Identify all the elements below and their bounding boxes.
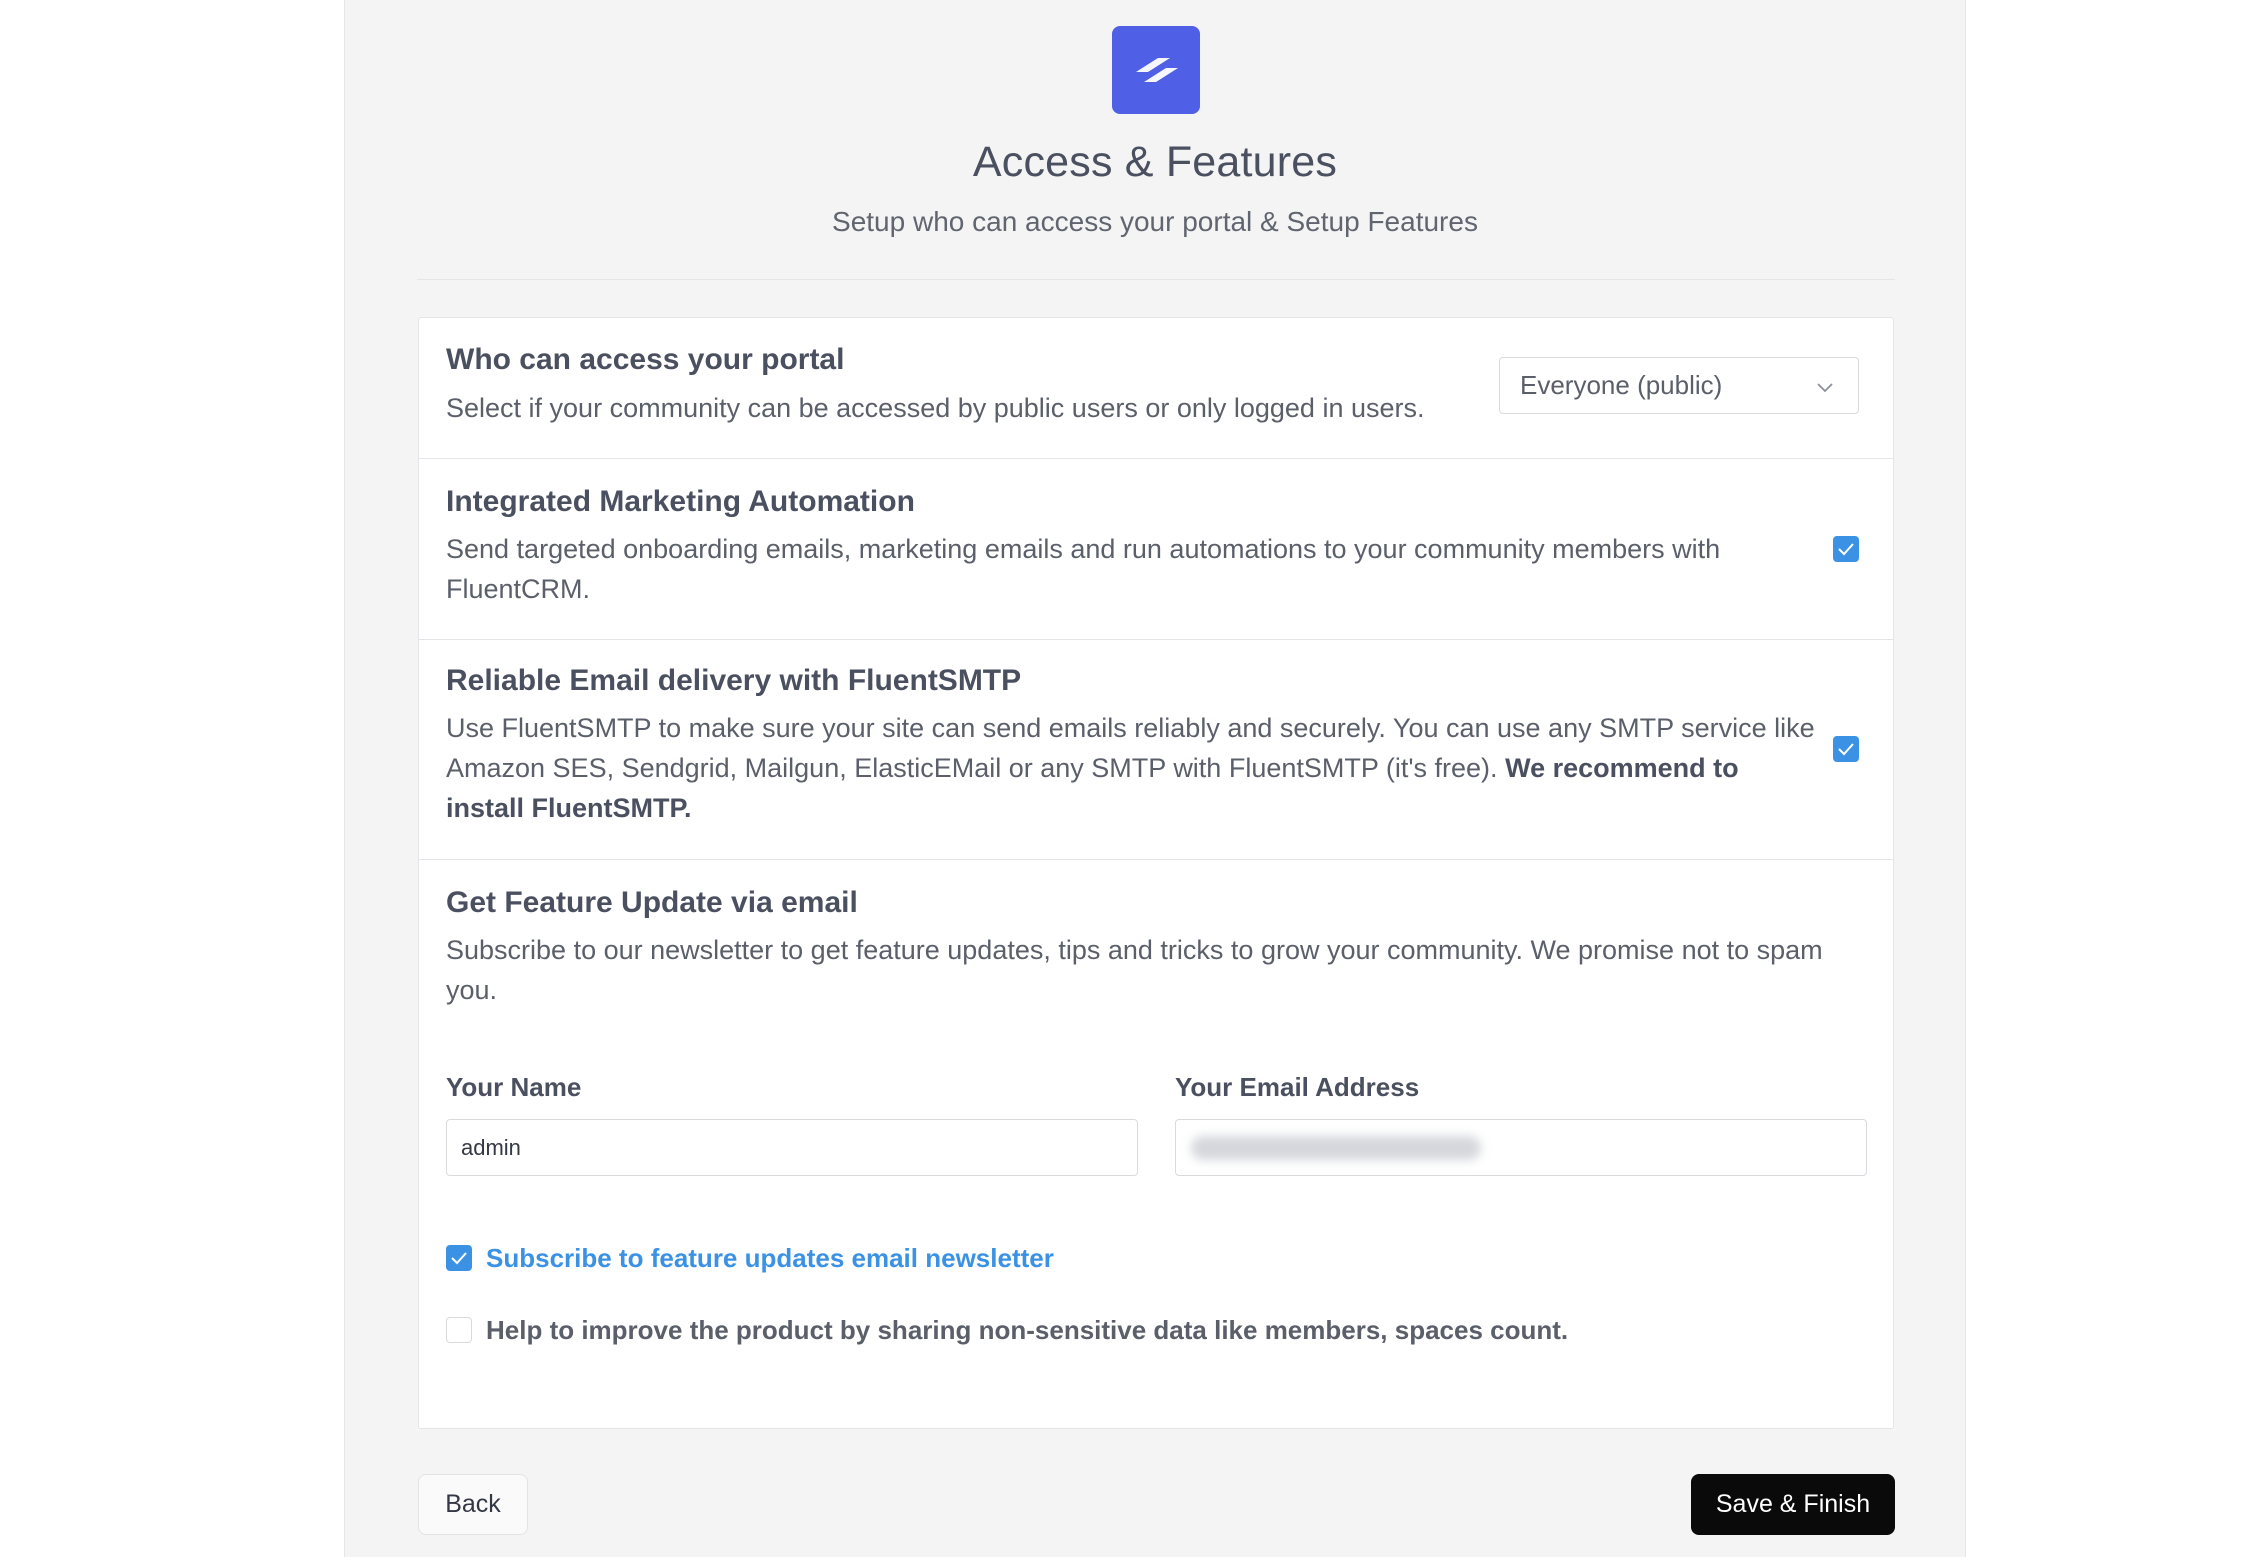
share-data-label[interactable]: Help to improve the product by sharing n… bbox=[486, 1315, 1568, 1346]
access-select[interactable]: Everyone (public) bbox=[1499, 357, 1859, 414]
updates-description: Subscribe to our newsletter to get featu… bbox=[446, 935, 1823, 1005]
marketing-checkbox[interactable] bbox=[1833, 536, 1859, 562]
checkmark-icon bbox=[451, 1252, 467, 1265]
smtp-section: Reliable Email delivery with FluentSMTP … bbox=[419, 640, 1893, 860]
marketing-title: Integrated Marketing Automation bbox=[446, 485, 915, 518]
access-description: Select if your community can be accessed… bbox=[446, 393, 1425, 423]
save-finish-button[interactable]: Save & Finish bbox=[1691, 1474, 1895, 1535]
access-select-value: Everyone (public) bbox=[1520, 370, 1723, 400]
page-title: Access & Features bbox=[972, 138, 1338, 186]
updates-section: Get Feature Update via email Subscribe t… bbox=[419, 860, 1893, 1428]
page-subtitle: Setup who can access your portal & Setup… bbox=[832, 206, 1478, 237]
updates-title: Get Feature Update via email bbox=[446, 886, 858, 919]
checkmark-icon bbox=[1838, 743, 1854, 756]
setup-page: Access & Features Setup who can access y… bbox=[344, 0, 1966, 1557]
smtp-checkbox[interactable] bbox=[1833, 736, 1859, 762]
redacted-email bbox=[1191, 1136, 1481, 1160]
chevron-down-icon bbox=[1817, 383, 1833, 393]
header-divider bbox=[417, 279, 1895, 280]
name-label: Your Name bbox=[446, 1072, 582, 1102]
fluent-community-logo-icon bbox=[1112, 26, 1200, 114]
marketing-description: Send targeted onboarding emails, marketi… bbox=[446, 534, 1721, 604]
subscribe-label[interactable]: Subscribe to feature updates email newsl… bbox=[486, 1243, 1054, 1274]
share-data-checkbox[interactable] bbox=[446, 1317, 472, 1343]
back-button[interactable]: Back bbox=[418, 1474, 528, 1535]
access-title: Who can access your portal bbox=[446, 343, 845, 376]
email-label: Your Email Address bbox=[1175, 1072, 1420, 1102]
email-input[interactable] bbox=[1175, 1119, 1867, 1176]
smtp-description: Use FluentSMTP to make sure your site ca… bbox=[446, 708, 1816, 828]
smtp-title: Reliable Email delivery with FluentSMTP bbox=[446, 664, 1022, 697]
subscribe-checkbox[interactable] bbox=[446, 1245, 472, 1271]
checkmark-icon bbox=[1838, 543, 1854, 556]
settings-card: Who can access your portal Select if you… bbox=[418, 317, 1894, 1429]
name-input[interactable] bbox=[446, 1119, 1138, 1176]
access-section: Who can access your portal Select if you… bbox=[419, 318, 1893, 459]
marketing-section: Integrated Marketing Automation Send tar… bbox=[419, 459, 1893, 640]
